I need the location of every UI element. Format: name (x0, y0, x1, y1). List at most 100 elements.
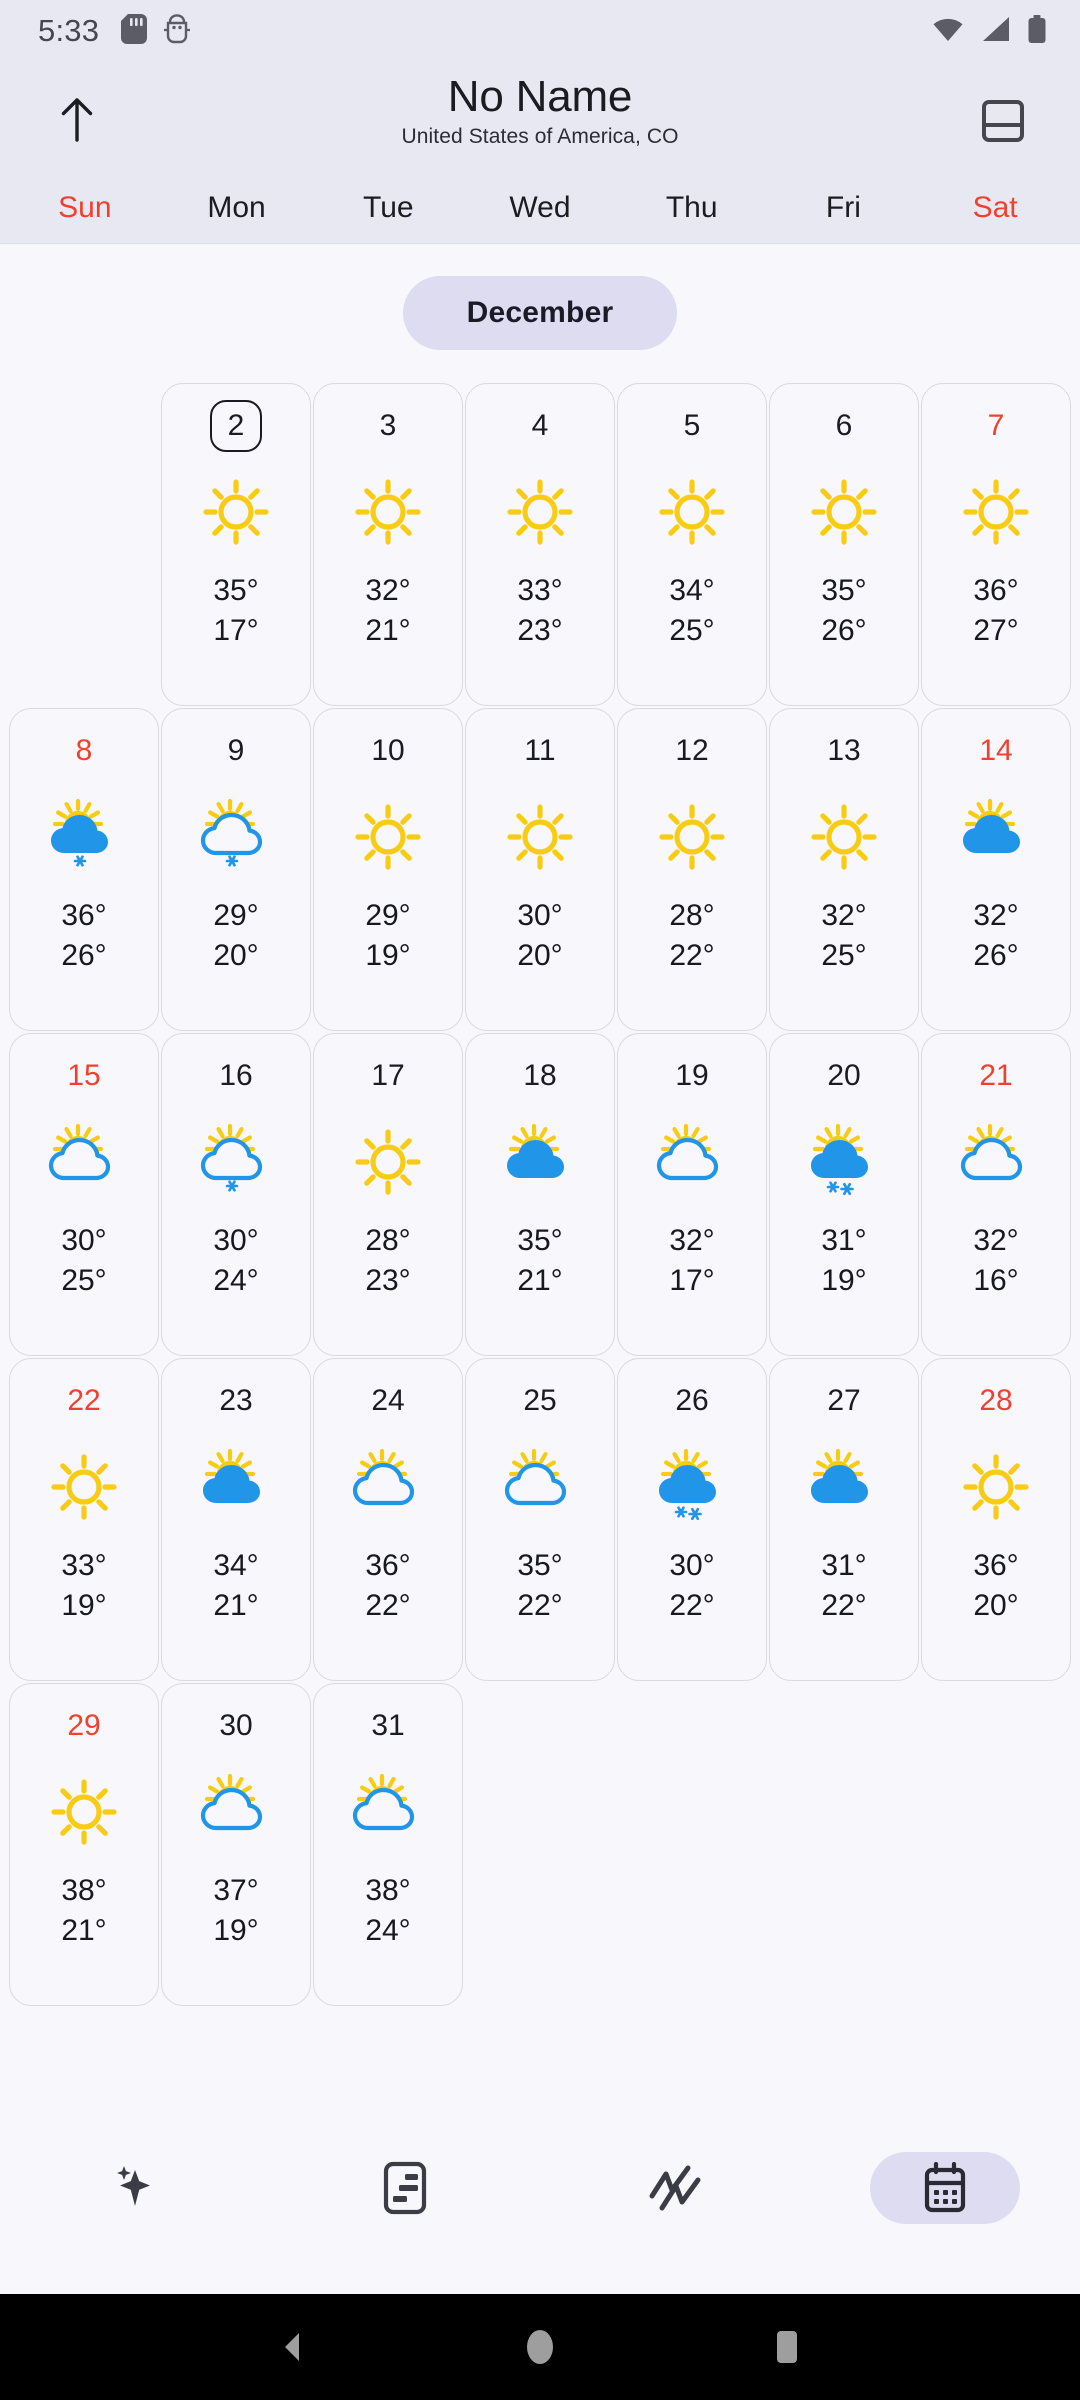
temperature-block: 35° 22° (517, 1551, 562, 1621)
weather-sun-cloud-outline-icon (342, 1766, 434, 1858)
temperature-block: 29° 19° (365, 901, 410, 971)
day-cell-11[interactable]: 11 30° 20° (465, 708, 615, 1031)
temp-high: 33° (61, 1549, 107, 1582)
day-cell-26[interactable]: 26 30° 22° (617, 1358, 767, 1681)
temperature-block: 36° 26° (61, 901, 106, 971)
temperature-block: 35° 21° (517, 1226, 562, 1296)
day-number: 11 (524, 734, 556, 767)
temp-low: 17° (213, 614, 259, 647)
day-cell-12[interactable]: 12 28° 22° (617, 708, 767, 1031)
temp-high: 29° (365, 899, 411, 932)
temp-high: 29° (213, 899, 259, 932)
day-cell-2[interactable]: 2 35° 17° (161, 383, 311, 706)
weekday-label-wed: Wed (509, 190, 571, 224)
day-cell-31[interactable]: 31 38° 24° (313, 1683, 463, 2006)
calendar-week-row: 8 36° 26° 9 29° 20° 10 29° 19° 11 30° 20° 12 28° 22° 13… (9, 708, 1071, 1031)
day-cell-28[interactable]: 28 36° 20° (921, 1358, 1071, 1681)
day-cell-24[interactable]: 24 36° 22° (313, 1358, 463, 1681)
status-right-icons (932, 14, 1046, 48)
temp-high: 38° (365, 1874, 411, 1907)
day-cell-3[interactable]: 3 32° 21° (313, 383, 463, 706)
day-cell-19[interactable]: 19 32° 17° (617, 1033, 767, 1356)
day-cell-25[interactable]: 25 35° 22° (465, 1358, 615, 1681)
temp-high: 28° (365, 1224, 411, 1257)
day-cell-27[interactable]: 27 31° 22° (769, 1358, 919, 1681)
nav-item-sparkle[interactable] (0, 2152, 270, 2224)
day-cell-16[interactable]: 16 30° 24° (161, 1033, 311, 1356)
back-triangle-icon[interactable] (274, 2328, 312, 2366)
day-cell-17[interactable]: 17 28° 23° (313, 1033, 463, 1356)
day-cell-22[interactable]: 22 33° 19° (9, 1358, 159, 1681)
layout-toggle-button[interactable] (966, 86, 1040, 160)
nav-item-calendar[interactable] (810, 2152, 1080, 2224)
temperature-block: 36° 27° (973, 576, 1018, 646)
android-debug-icon (164, 13, 191, 49)
temp-low: 19° (365, 939, 411, 972)
day-cell-30[interactable]: 30 37° 19° (161, 1683, 311, 2006)
temp-low: 25° (821, 939, 867, 972)
month-selector[interactable]: December (402, 276, 678, 350)
weather-sun-cloud-icon (950, 791, 1042, 883)
temp-high: 31° (821, 1549, 867, 1582)
card-list-icon[interactable] (330, 2152, 480, 2224)
day-number: 17 (371, 1059, 405, 1092)
temp-low: 26° (61, 939, 107, 972)
calendar-weeks: 2 35° 17° 3 32° 21° 4 33° 23° 5 34° 25° 6 35° 26° 7 36° 2… (0, 383, 1080, 2006)
weather-sun-cloud-outline-icon (38, 1116, 130, 1208)
temp-low: 26° (973, 939, 1019, 972)
day-number: 16 (219, 1059, 253, 1092)
sparkle-icon[interactable] (60, 2152, 210, 2224)
weather-sunny-icon (950, 466, 1042, 558)
recents-square-icon[interactable] (768, 2325, 806, 2369)
temperature-block: 35° 26° (821, 576, 866, 646)
day-number: 4 (531, 409, 549, 442)
back-button[interactable] (40, 84, 114, 158)
day-number: 5 (683, 409, 701, 442)
day-number: 8 (75, 734, 93, 767)
temp-low: 26° (821, 614, 867, 647)
day-cell-7[interactable]: 7 36° 27° (921, 383, 1071, 706)
temp-low: 21° (213, 1589, 259, 1622)
temp-low: 23° (365, 1264, 411, 1297)
day-cell-empty (465, 1683, 615, 2006)
weather-sunny-icon (798, 466, 890, 558)
day-cell-13[interactable]: 13 32° 25° (769, 708, 919, 1031)
temp-low: 19° (61, 1589, 107, 1622)
trend-chart-icon[interactable] (600, 2152, 750, 2224)
calendar-icon[interactable] (870, 2152, 1020, 2224)
day-cell-6[interactable]: 6 35° 26° (769, 383, 919, 706)
day-cell-20[interactable]: 20 31° 19° (769, 1033, 919, 1356)
home-circle-icon[interactable] (521, 2325, 559, 2369)
temp-low: 19° (213, 1914, 259, 1947)
nav-item-card-list[interactable] (270, 2152, 540, 2224)
weather-sunny-icon (38, 1766, 130, 1858)
day-number: 31 (371, 1709, 405, 1742)
temp-low: 21° (517, 1264, 563, 1297)
day-cell-21[interactable]: 21 32° 16° (921, 1033, 1071, 1356)
nav-item-trend-chart[interactable] (540, 2152, 810, 2224)
status-left-icons (121, 13, 191, 49)
day-cell-23[interactable]: 23 34° 21° (161, 1358, 311, 1681)
temp-low: 27° (973, 614, 1019, 647)
day-cell-8[interactable]: 8 36° 26° (9, 708, 159, 1031)
weather-sun-cloud-snow2-icon (646, 1441, 738, 1533)
day-cell-9[interactable]: 9 29° 20° (161, 708, 311, 1031)
temperature-block: 32° 17° (669, 1226, 714, 1296)
temperature-block: 30° 24° (213, 1226, 258, 1296)
temp-high: 35° (517, 1224, 563, 1257)
day-cell-14[interactable]: 14 32° 26° (921, 708, 1071, 1031)
day-cell-15[interactable]: 15 30° 25° (9, 1033, 159, 1356)
weather-sun-cloud-icon (798, 1441, 890, 1533)
temp-high: 34° (669, 574, 715, 607)
weather-sun-cloud-outline-icon (494, 1441, 586, 1533)
temperature-block: 29° 20° (213, 901, 258, 971)
day-cell-4[interactable]: 4 33° 23° (465, 383, 615, 706)
temperature-block: 30° 20° (517, 901, 562, 971)
day-number: 15 (67, 1059, 101, 1092)
day-cell-10[interactable]: 10 29° 19° (313, 708, 463, 1031)
temp-high: 30° (213, 1224, 259, 1257)
day-cell-5[interactable]: 5 34° 25° (617, 383, 767, 706)
day-cell-29[interactable]: 29 38° 21° (9, 1683, 159, 2006)
day-cell-18[interactable]: 18 35° 21° (465, 1033, 615, 1356)
weather-sunny-icon (342, 466, 434, 558)
